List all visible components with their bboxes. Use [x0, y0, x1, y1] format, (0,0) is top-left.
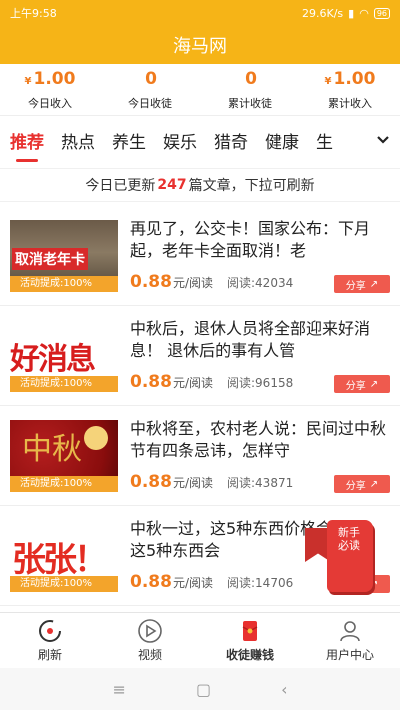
commission-tag: 活动提成:100%	[10, 276, 118, 292]
commission-tag: 活动提成:100%	[10, 576, 118, 592]
stat-label: 累计收徒	[228, 96, 272, 110]
nav-recruit[interactable]: 收徒赚钱	[200, 613, 300, 668]
tab-recommend[interactable]: 推荐	[10, 128, 44, 162]
article-meta: 0.88 元/阅读 阅读:43871	[130, 472, 293, 492]
beginner-guide-button[interactable]: 新手必读	[305, 518, 377, 606]
moon-image	[84, 426, 108, 450]
list-item[interactable]: 取消老年卡 活动提成:100% 再见了，公交卡！国家公布：下月起，老年卡全面取消…	[0, 206, 400, 306]
book-icon: 新手必读	[327, 520, 373, 592]
system-nav-bar: ≡ ▢ ‹	[0, 668, 400, 710]
update-notice: 今日已更新 247 篇文章，下拉可刷新	[0, 168, 400, 202]
article-price: 0.88	[130, 472, 172, 492]
share-button[interactable]: 分享 ↗	[334, 475, 390, 493]
article-meta: 0.88 元/阅读 阅读:96158	[130, 372, 293, 392]
list-item[interactable]: 中秋 活动提成:100% 中秋将至，农村老人说：民间过中秋节有四条忌讳，怎样守 …	[0, 406, 400, 506]
price-unit: 元/阅读	[172, 276, 213, 290]
article-price: 0.88	[130, 372, 172, 392]
share-icon: ↗	[369, 278, 379, 290]
article-thumbnail[interactable]: 好消息 活动提成:100%	[10, 320, 118, 392]
thumbnail-text: 中秋	[22, 432, 82, 467]
home-icon[interactable]: ▢	[196, 680, 211, 699]
read-count: 阅读:43871	[227, 476, 294, 490]
article-meta: 0.88 元/阅读 阅读:14706	[130, 572, 293, 592]
read-count: 阅读:96158	[227, 376, 294, 390]
stat-value: 0	[245, 68, 257, 89]
status-icons: 29.6K/s ▮ ◠ 96	[302, 7, 390, 20]
signal-icon: ▮	[348, 6, 355, 20]
wifi-icon: ◠	[359, 6, 369, 20]
thumbnail-text: 张张！	[12, 540, 108, 580]
price-unit: 元/阅读	[172, 376, 213, 390]
menu-icon[interactable]: ≡	[113, 680, 126, 699]
price-unit: 元/阅读	[172, 476, 213, 490]
share-button[interactable]: 分享 ↗	[334, 375, 390, 393]
stat-value: 1.00	[33, 68, 76, 89]
commission-tag: 活动提成:100%	[10, 476, 118, 492]
article-title[interactable]: 再见了，公交卡！国家公布：下月起，老年卡全面取消！老	[130, 218, 390, 262]
read-count: 阅读:42034	[227, 276, 294, 290]
commission-tag: 活动提成:100%	[10, 376, 118, 392]
article-thumbnail[interactable]: 取消老年卡 活动提成:100%	[10, 220, 118, 292]
stat-today-apprentices[interactable]: 0 今日收徒	[100, 64, 200, 115]
stat-label: 今日收入	[28, 96, 72, 110]
stat-value: 0	[145, 68, 157, 89]
list-item[interactable]: 好消息 活动提成:100% 中秋后，退休人员将全部迎来好消息！ 退休后的事有人管…	[0, 306, 400, 406]
status-bar: 上午9:58 29.6K/s ▮ ◠ 96	[0, 0, 400, 26]
earnings-stats: ¥1.00 今日收入 0 今日收徒 0 累计收徒 ¥1.00 累计收入	[0, 64, 400, 116]
beginner-guide-label: 新手必读	[338, 526, 360, 552]
bottom-nav: 刷新 视频 收徒赚钱 用户中心	[0, 612, 400, 668]
tab-life[interactable]: 生	[316, 128, 333, 153]
article-thumbnail[interactable]: 中秋 活动提成:100%	[10, 420, 118, 492]
refresh-icon	[39, 620, 61, 642]
stat-label: 今日收徒	[128, 96, 172, 110]
thumbnail-text: 取消老年卡	[12, 248, 88, 270]
thumbnail-text: 好消息	[10, 342, 96, 377]
nav-video[interactable]: 视频	[100, 613, 200, 668]
tab-wellness[interactable]: 养生	[112, 128, 146, 153]
back-icon[interactable]: ‹	[281, 680, 287, 699]
tab-entertainment[interactable]: 娱乐	[163, 128, 197, 153]
update-count: 247	[157, 177, 187, 193]
article-price: 0.88	[130, 272, 172, 292]
red-envelope-icon	[242, 621, 258, 641]
category-tabs: 推荐 热点 养生 娱乐 猎奇 健康 生	[0, 118, 400, 162]
share-button[interactable]: 分享 ↗	[334, 275, 390, 293]
article-price: 0.88	[130, 572, 172, 592]
tab-hot[interactable]: 热点	[61, 128, 95, 153]
user-icon	[340, 621, 360, 642]
stat-today-income[interactable]: ¥1.00 今日收入	[0, 64, 100, 115]
article-title[interactable]: 中秋将至，农村老人说：民间过中秋节有四条忌讳，怎样守	[130, 418, 390, 462]
nav-refresh[interactable]: 刷新	[0, 613, 100, 668]
tab-curiosity[interactable]: 猎奇	[214, 128, 248, 153]
share-icon: ↗	[369, 378, 379, 390]
share-icon: ↗	[369, 478, 379, 490]
article-title[interactable]: 中秋后，退休人员将全部迎来好消息！ 退休后的事有人管	[130, 318, 390, 362]
stat-total-apprentices[interactable]: 0 累计收徒	[200, 64, 300, 115]
app-title: 海马网	[0, 26, 400, 64]
article-thumbnail[interactable]: 张张！ 活动提成:100%	[10, 520, 118, 592]
read-count: 阅读:14706	[227, 576, 294, 590]
stat-value: 1.00	[333, 68, 376, 89]
article-meta: 0.88 元/阅读 阅读:42034	[130, 272, 293, 292]
status-time: 上午9:58	[10, 7, 57, 20]
battery-icon: 96	[373, 7, 390, 19]
nav-user-center[interactable]: 用户中心	[300, 613, 400, 668]
stat-total-income[interactable]: ¥1.00 累计收入	[300, 64, 400, 115]
network-speed: 29.6K/s	[301, 6, 344, 20]
price-unit: 元/阅读	[172, 576, 213, 590]
play-icon	[138, 619, 162, 643]
stat-label: 累计收入	[328, 96, 372, 110]
chevron-down-icon[interactable]	[366, 118, 400, 162]
tab-health[interactable]: 健康	[265, 128, 299, 153]
